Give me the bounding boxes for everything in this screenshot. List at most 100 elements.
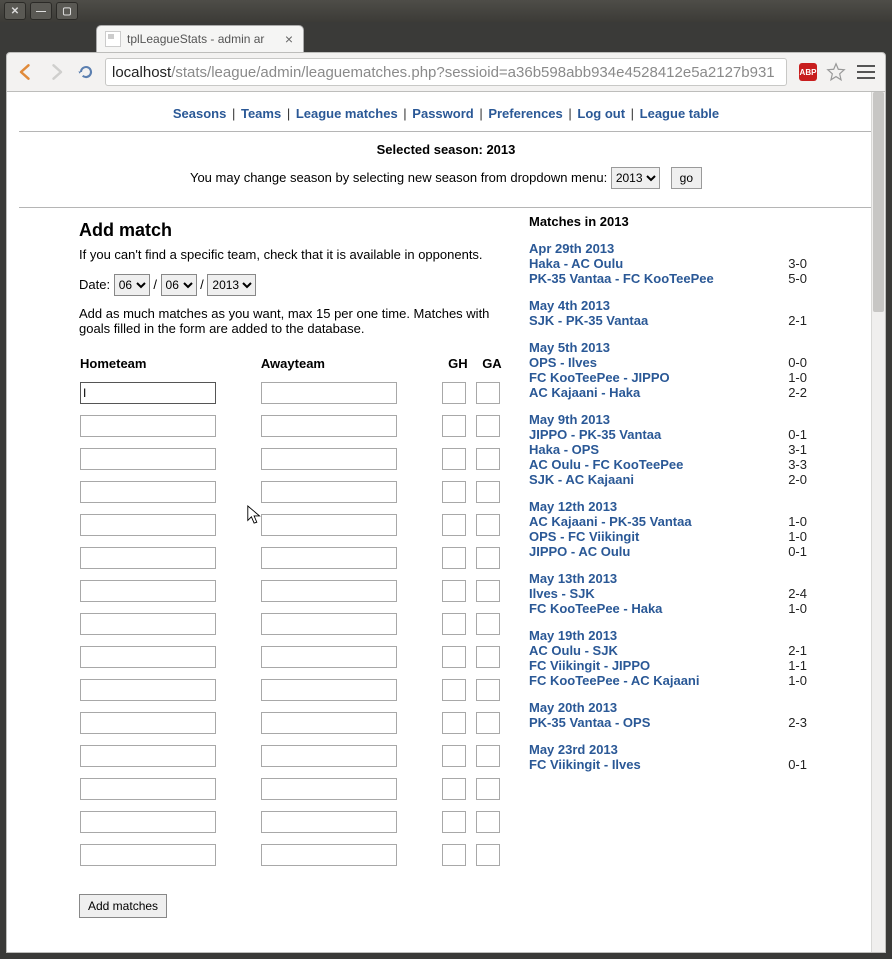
nav-link[interactable]: Teams (241, 106, 281, 121)
abp-badge-icon[interactable]: ABP (799, 63, 817, 81)
gh-input[interactable] (442, 415, 466, 437)
awayteam-input[interactable] (261, 646, 397, 668)
match-teams-link[interactable]: AC Kajaani - PK-35 Vantaa (529, 514, 692, 529)
hometeam-input[interactable] (80, 811, 216, 833)
gh-input[interactable] (442, 547, 466, 569)
reload-button[interactable] (75, 61, 97, 83)
match-teams-link[interactable]: Haka - AC Oulu (529, 256, 623, 271)
hometeam-input[interactable] (80, 679, 216, 701)
match-teams-link[interactable]: AC Oulu - SJK (529, 643, 618, 658)
bookmark-button[interactable] (825, 61, 847, 83)
ga-input[interactable] (476, 778, 500, 800)
match-date-link[interactable]: May 4th 2013 (529, 298, 610, 313)
match-date-link[interactable]: May 23rd 2013 (529, 742, 618, 757)
hometeam-input[interactable] (80, 514, 216, 536)
gh-input[interactable] (442, 712, 466, 734)
go-button[interactable]: go (671, 167, 702, 189)
awayteam-input[interactable] (261, 811, 397, 833)
ga-input[interactable] (476, 448, 500, 470)
window-close-button[interactable]: ✕ (4, 2, 26, 20)
gh-input[interactable] (442, 448, 466, 470)
match-teams-link[interactable]: FC Viikingit - Ilves (529, 757, 641, 772)
nav-link[interactable]: Password (412, 106, 473, 121)
gh-input[interactable] (442, 613, 466, 635)
match-date-link[interactable]: May 13th 2013 (529, 571, 617, 586)
scroll-thumb[interactable] (873, 92, 884, 312)
ga-input[interactable] (476, 514, 500, 536)
match-teams-link[interactable]: PK-35 Vantaa - OPS (529, 715, 650, 730)
nav-link[interactable]: Preferences (488, 106, 562, 121)
awayteam-input[interactable] (261, 580, 397, 602)
add-matches-button[interactable] (79, 894, 167, 918)
gh-input[interactable] (442, 679, 466, 701)
hometeam-input[interactable] (80, 448, 216, 470)
hometeam-input[interactable] (80, 646, 216, 668)
ga-input[interactable] (476, 646, 500, 668)
season-select[interactable]: 2013 (611, 167, 660, 189)
hometeam-input[interactable] (80, 844, 216, 866)
match-teams-link[interactable]: FC Viikingit - JIPPO (529, 658, 650, 673)
hometeam-input[interactable] (80, 547, 216, 569)
ga-input[interactable] (476, 613, 500, 635)
awayteam-input[interactable] (261, 382, 397, 404)
tab-close-icon[interactable]: × (283, 31, 295, 47)
nav-link[interactable]: League matches (296, 106, 398, 121)
gh-input[interactable] (442, 811, 466, 833)
ga-input[interactable] (476, 415, 500, 437)
hometeam-input[interactable] (80, 415, 216, 437)
address-bar[interactable]: localhost/stats/league/admin/leaguematch… (105, 58, 787, 86)
awayteam-input[interactable] (261, 712, 397, 734)
gh-input[interactable] (442, 778, 466, 800)
forward-button[interactable] (45, 61, 67, 83)
match-teams-link[interactable]: SJK - PK-35 Vantaa (529, 313, 648, 328)
ga-input[interactable] (476, 547, 500, 569)
date-month-select[interactable]: 06 (161, 274, 197, 296)
gh-input[interactable] (442, 646, 466, 668)
ga-input[interactable] (476, 679, 500, 701)
match-teams-link[interactable]: FC KooTeePee - Haka (529, 601, 662, 616)
date-year-select[interactable]: 2013 (207, 274, 256, 296)
awayteam-input[interactable] (261, 514, 397, 536)
gh-input[interactable] (442, 844, 466, 866)
match-teams-link[interactable]: PK-35 Vantaa - FC KooTeePee (529, 271, 714, 286)
gh-input[interactable] (442, 481, 466, 503)
awayteam-input[interactable] (261, 778, 397, 800)
match-teams-link[interactable]: AC Oulu - FC KooTeePee (529, 457, 683, 472)
gh-input[interactable] (442, 514, 466, 536)
window-maximize-button[interactable]: ▢ (56, 2, 78, 20)
match-teams-link[interactable]: Haka - OPS (529, 442, 599, 457)
nav-link[interactable]: Log out (577, 106, 625, 121)
ga-input[interactable] (476, 580, 500, 602)
hometeam-input[interactable] (80, 712, 216, 734)
awayteam-input[interactable] (261, 679, 397, 701)
match-teams-link[interactable]: JIPPO - PK-35 Vantaa (529, 427, 661, 442)
match-date-link[interactable]: May 5th 2013 (529, 340, 610, 355)
awayteam-input[interactable] (261, 613, 397, 635)
ga-input[interactable] (476, 382, 500, 404)
match-teams-link[interactable]: SJK - AC Kajaani (529, 472, 634, 487)
window-minimize-button[interactable]: — (30, 2, 52, 20)
match-date-link[interactable]: May 12th 2013 (529, 499, 617, 514)
ga-input[interactable] (476, 844, 500, 866)
ga-input[interactable] (476, 745, 500, 767)
gh-input[interactable] (442, 580, 466, 602)
awayteam-input[interactable] (261, 745, 397, 767)
browser-menu-button[interactable] (855, 61, 877, 83)
awayteam-input[interactable] (261, 448, 397, 470)
hometeam-input[interactable] (80, 613, 216, 635)
gh-input[interactable] (442, 745, 466, 767)
nav-link[interactable]: League table (640, 106, 719, 121)
back-button[interactable] (15, 61, 37, 83)
awayteam-input[interactable] (261, 481, 397, 503)
hometeam-input[interactable] (80, 481, 216, 503)
gh-input[interactable] (442, 382, 466, 404)
hometeam-input[interactable] (80, 778, 216, 800)
ga-input[interactable] (476, 481, 500, 503)
hometeam-input[interactable] (80, 580, 216, 602)
date-day-select[interactable]: 06 (114, 274, 150, 296)
ga-input[interactable] (476, 712, 500, 734)
match-teams-link[interactable]: AC Kajaani - Haka (529, 385, 640, 400)
match-teams-link[interactable]: OPS - FC Viikingit (529, 529, 639, 544)
browser-tab[interactable]: tplLeagueStats - admin ar × (96, 25, 304, 52)
match-teams-link[interactable]: JIPPO - AC Oulu (529, 544, 630, 559)
